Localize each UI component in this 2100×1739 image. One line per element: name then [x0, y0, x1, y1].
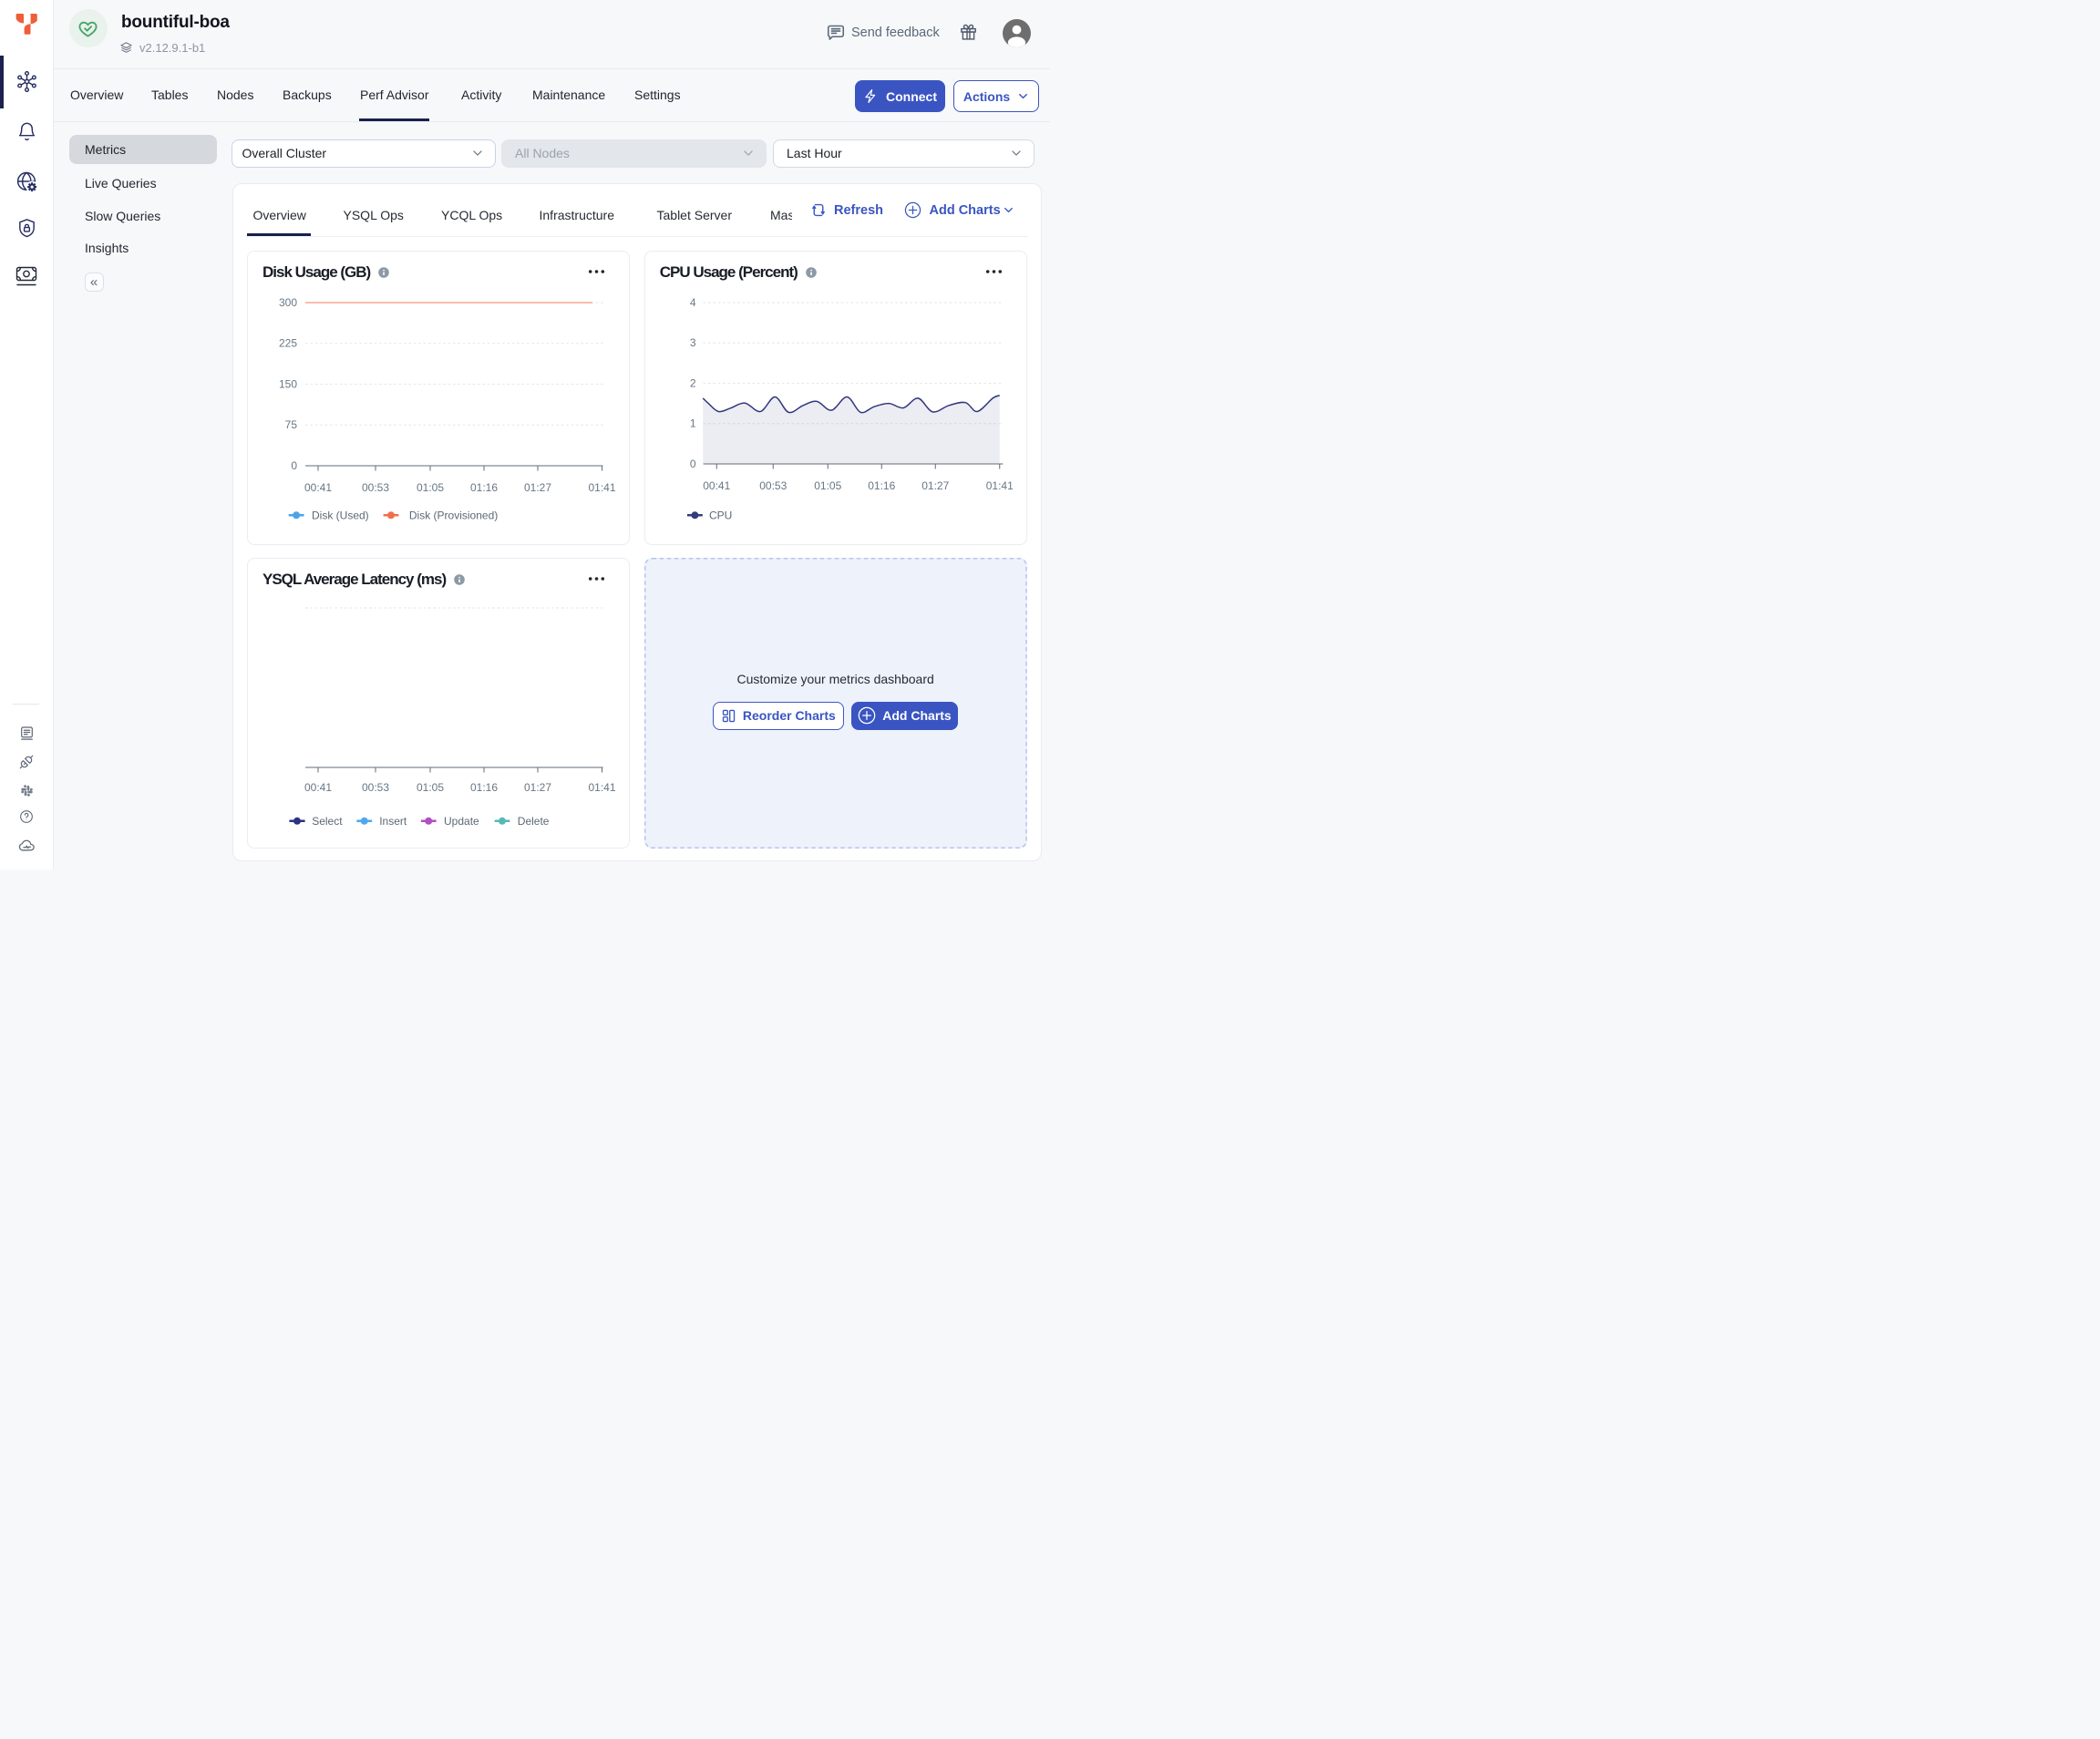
svg-text:01:27: 01:27	[524, 481, 551, 494]
svg-text:Disk (Used): Disk (Used)	[312, 509, 369, 522]
svg-text:CPU: CPU	[709, 509, 732, 522]
svg-text:3: 3	[690, 336, 696, 349]
svg-text:01:16: 01:16	[868, 479, 895, 492]
svg-text:75: 75	[285, 418, 298, 431]
svg-text:01:41: 01:41	[588, 481, 615, 494]
svg-text:00:41: 00:41	[304, 781, 332, 794]
svg-text:225: 225	[279, 337, 297, 350]
svg-text:Disk (Provisioned): Disk (Provisioned)	[409, 509, 498, 522]
svg-text:00:41: 00:41	[703, 479, 730, 492]
svg-text:1: 1	[690, 417, 696, 430]
svg-text:4: 4	[690, 296, 696, 309]
svg-text:00:53: 00:53	[759, 479, 787, 492]
svg-text:01:16: 01:16	[470, 481, 498, 494]
svg-text:00:41: 00:41	[304, 481, 332, 494]
svg-text:2: 2	[690, 377, 696, 390]
svg-text:0: 0	[690, 458, 696, 470]
svg-text:01:27: 01:27	[524, 781, 551, 794]
svg-text:01:05: 01:05	[417, 481, 444, 494]
svg-text:150: 150	[279, 378, 297, 391]
svg-text:01:16: 01:16	[470, 781, 498, 794]
svg-text:01:27: 01:27	[921, 479, 949, 492]
svg-text:Select: Select	[312, 815, 343, 828]
svg-text:01:41: 01:41	[985, 479, 1013, 492]
svg-text:01:05: 01:05	[417, 781, 444, 794]
svg-text:00:53: 00:53	[362, 481, 389, 494]
svg-text:01:05: 01:05	[814, 479, 841, 492]
svg-text:300: 300	[279, 296, 297, 309]
svg-text:Update: Update	[444, 815, 479, 828]
svg-text:Insert: Insert	[379, 815, 407, 828]
svg-text:01:41: 01:41	[588, 781, 615, 794]
svg-text:Delete: Delete	[518, 815, 550, 828]
svg-text:00:53: 00:53	[362, 781, 389, 794]
svg-text:0: 0	[291, 459, 297, 472]
